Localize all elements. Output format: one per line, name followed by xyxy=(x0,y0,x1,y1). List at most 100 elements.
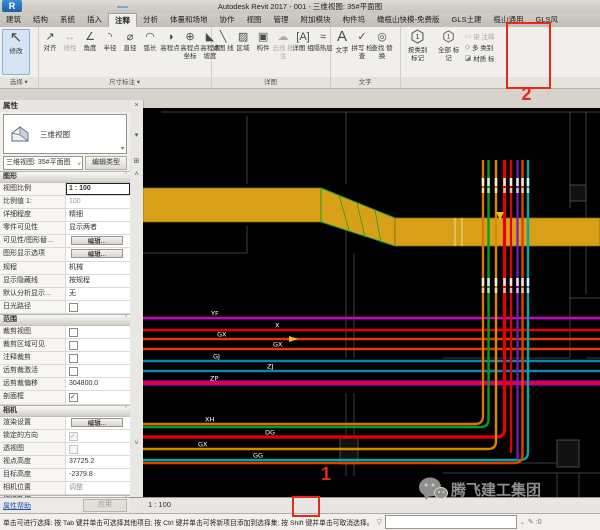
pipe-tag[interactable]: GJ xyxy=(213,353,220,361)
riser-tag-marks[interactable] xyxy=(527,278,530,286)
filter-icon[interactable]: ▽ xyxy=(376,518,381,526)
tab-insert[interactable]: 插入 xyxy=(81,13,108,27)
tab-systems[interactable]: 系统 xyxy=(54,13,81,27)
small-tag-button[interactable]: ◪ 材质 标 xyxy=(465,53,499,63)
pipe-tag[interactable]: XH xyxy=(205,416,214,424)
riser-tag-marks[interactable] xyxy=(527,178,530,186)
tab-component-dock[interactable]: 构件坞 xyxy=(337,13,372,27)
dimension-button[interactable]: ⊕ 高程点 坐标 xyxy=(181,29,200,60)
dimension-button[interactable]: ↔ 线性 xyxy=(61,29,80,53)
pipe-tag[interactable]: GX xyxy=(217,331,227,339)
riser-tag-marks[interactable] xyxy=(487,278,490,286)
value-cell[interactable]: 37725.2 xyxy=(66,456,130,468)
detail-button[interactable]: [A] 详图 组 xyxy=(294,29,313,53)
chevron-down-icon[interactable]: ⌄ xyxy=(520,519,525,526)
pipe-tag[interactable]: X xyxy=(275,322,280,330)
small-tag-button[interactable]: ▭ 梁 注释 xyxy=(465,31,499,41)
chevron-up-icon[interactable]: ˄ xyxy=(130,171,143,178)
dimension-button[interactable]: ◠ 弧长 xyxy=(141,29,160,53)
riser-tag-marks[interactable] xyxy=(521,278,524,286)
editable-only-indicator[interactable]: ✎ :0 xyxy=(528,518,542,526)
tab-structure[interactable]: 结构 xyxy=(27,13,54,27)
tab-view[interactable]: 视图 xyxy=(241,13,268,27)
close-icon[interactable]: × xyxy=(130,102,143,109)
tab-collaborate[interactable]: 协作 xyxy=(214,13,241,27)
collapse-icon[interactable]: ˆ xyxy=(125,406,127,416)
checkbox[interactable] xyxy=(69,367,78,376)
type-selector[interactable]: 三维视图 ▾ xyxy=(3,114,127,154)
collapse-icon[interactable]: ˆ xyxy=(125,172,127,182)
riser-tag-marks[interactable] xyxy=(495,278,498,286)
panel-label-text[interactable]: 文字 xyxy=(331,77,400,88)
instance-selector[interactable]: 三维视图: 35#平面图˅ xyxy=(3,156,83,170)
duct-segment[interactable] xyxy=(395,218,600,246)
riser-tag-marks[interactable] xyxy=(503,278,506,286)
tag-by-category-button[interactable]: 1 按类别 标记 xyxy=(403,29,433,62)
text-button[interactable]: A 文字 xyxy=(333,29,352,55)
edit-button[interactable]: 编辑... xyxy=(71,418,123,427)
section-graphics[interactable]: 图形ˆ xyxy=(0,171,130,183)
riser-tag-marks[interactable] xyxy=(521,178,524,186)
detail-button[interactable]: ▣ 构件 xyxy=(254,29,273,53)
riser-tag-marks[interactable] xyxy=(487,178,490,186)
riser-tag-marks[interactable] xyxy=(503,178,506,186)
small-tag-button[interactable]: ◇ 多 类别 xyxy=(465,42,499,52)
duct-segment[interactable] xyxy=(143,188,321,222)
riser-tag-marks[interactable] xyxy=(516,178,519,186)
tab-gls-structure[interactable]: GLS土建 xyxy=(446,13,488,27)
checkbox[interactable] xyxy=(69,341,78,350)
panel-label-detail[interactable]: 详图 xyxy=(212,77,330,88)
detail-button[interactable]: ▨ 区域 xyxy=(234,29,253,53)
detail-button[interactable]: ╲ 详图 线 xyxy=(214,29,233,53)
dimension-button[interactable]: ↗ 对齐 xyxy=(41,29,60,53)
tab-analyze[interactable]: 分析 xyxy=(137,13,164,27)
tab-glsmodel[interactable]: 橄榄山快模-免费版 xyxy=(371,13,446,27)
detail-button[interactable]: ☁ 云线 批注 xyxy=(274,29,293,60)
tab-addins[interactable]: 附加模块 xyxy=(295,13,337,27)
edit-button[interactable]: 编辑... xyxy=(71,249,123,258)
value-cell[interactable]: 按规程 xyxy=(66,275,130,287)
chevron-down-icon[interactable]: ▾ xyxy=(130,131,143,139)
drawing-area[interactable]: YFXGXGXGJZJZPXHDGGXGG xyxy=(143,108,600,497)
collapse-icon[interactable]: ˆ xyxy=(125,315,127,325)
riser-tag-marks[interactable] xyxy=(516,278,519,286)
apply-button[interactable]: 应用 xyxy=(83,499,127,512)
riser-tag-marks[interactable] xyxy=(510,178,513,186)
pipe-tag[interactable]: ZP xyxy=(210,375,218,383)
dimension-button[interactable]: ◝ 半径 xyxy=(101,29,120,53)
text-button[interactable]: ✓ 拼写 检查 xyxy=(353,29,372,60)
tab-manage[interactable]: 管理 xyxy=(268,13,295,27)
plan-view-svg[interactable]: YFXGXGXGJZJZPXHDGGXGG xyxy=(143,108,600,497)
pipe-tag[interactable]: ZJ xyxy=(267,363,273,371)
section-extents[interactable]: 范围ˆ xyxy=(0,314,130,326)
tab-architecture[interactable]: 建筑 xyxy=(0,13,27,27)
dimension-button[interactable]: ∠ 角度 xyxy=(81,29,100,53)
pipe-tag[interactable]: YF xyxy=(210,310,219,318)
value-cell[interactable]: 精细 xyxy=(66,209,130,221)
checkbox[interactable] xyxy=(69,354,78,363)
view-scale-button[interactable]: 1 : 100 xyxy=(148,500,171,509)
value-cell[interactable]: 显示两者 xyxy=(66,222,130,234)
properties-help-link[interactable]: 属性帮助 xyxy=(3,501,31,511)
chevron-down-icon[interactable]: ˅ xyxy=(130,440,143,447)
pipe-tag[interactable]: DG xyxy=(265,429,275,437)
riser-tag-marks[interactable] xyxy=(482,178,485,186)
checkbox[interactable] xyxy=(69,328,78,337)
duct-elbow-fitting[interactable] xyxy=(321,188,395,246)
tab-annotate[interactable]: 注释 xyxy=(108,13,137,27)
section-camera[interactable]: 相机ˆ xyxy=(0,405,130,417)
status-search-input[interactable] xyxy=(385,515,517,529)
riser-tag-marks[interactable] xyxy=(495,178,498,186)
value-cell[interactable]: 无 xyxy=(66,288,130,300)
pipe-tag[interactable]: GX xyxy=(198,441,208,449)
pipe-tag[interactable]: GG xyxy=(253,452,263,460)
modify-button[interactable]: ↖ 修改 xyxy=(2,29,30,75)
value-cell[interactable]: 1 : 100 xyxy=(66,183,130,195)
dimension-button[interactable]: ◑ 高程点 xyxy=(161,29,180,53)
tag-all-button[interactable]: 1 全部 标记 xyxy=(434,29,464,62)
dimension-button[interactable]: ⌀ 直径 xyxy=(121,29,140,53)
checkbox[interactable] xyxy=(69,393,78,402)
edit-button[interactable]: 编辑... xyxy=(71,236,123,245)
panel-label-dimension[interactable]: 尺寸标注 ▾ xyxy=(39,77,211,88)
tab-massing-site[interactable]: 体量和场地 xyxy=(164,13,214,27)
